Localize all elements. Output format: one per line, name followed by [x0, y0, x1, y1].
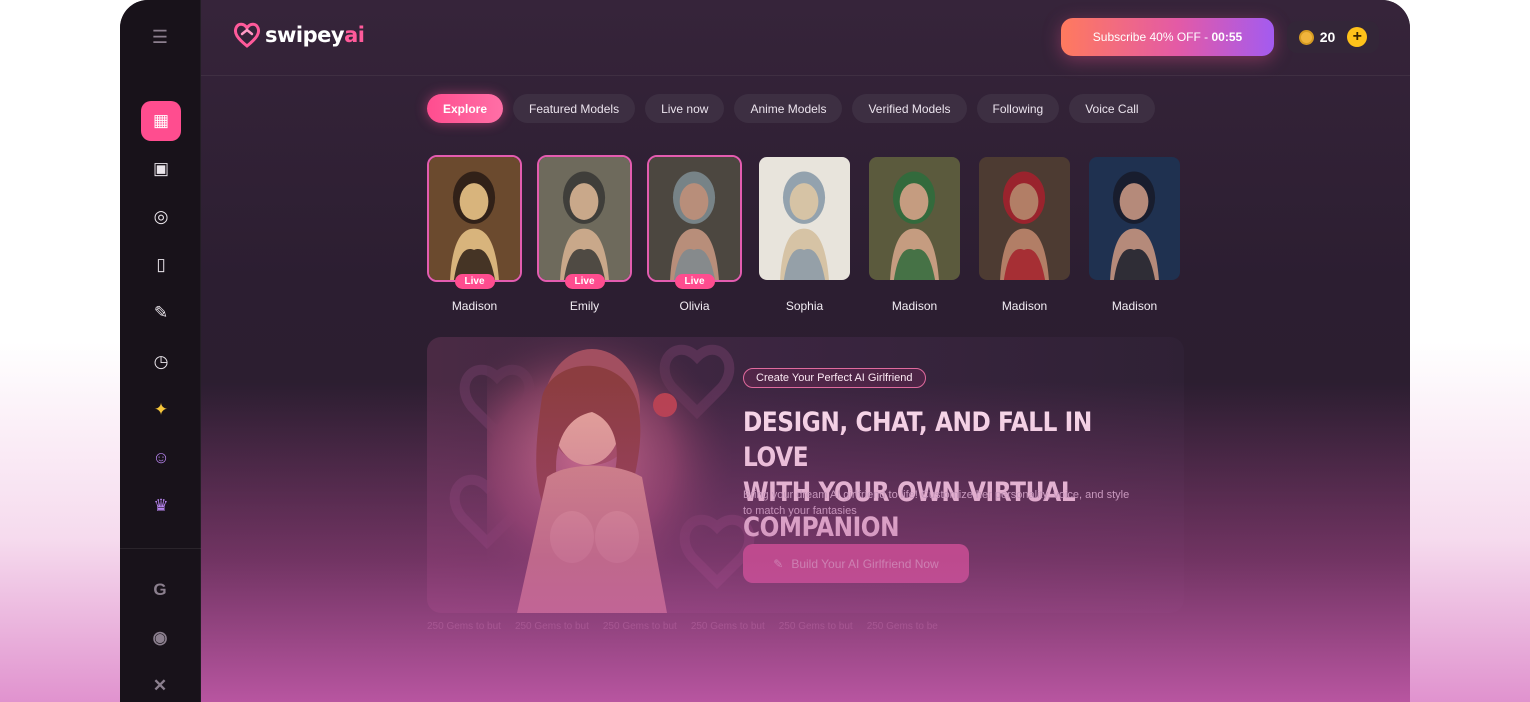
model-card[interactable]: Live Olivia [647, 155, 742, 313]
image-gallery-icon[interactable]: ▣ [141, 149, 181, 189]
grid-icon[interactable]: ▦ [141, 101, 181, 141]
hero-tag: Create Your Perfect AI Girlfriend [743, 368, 926, 388]
model-name: Madison [1111, 299, 1158, 313]
tab-verified-models[interactable]: Verified Models [852, 94, 967, 123]
model-photo[interactable] [427, 155, 522, 282]
group-icon[interactable]: ♛ [141, 486, 181, 526]
app-window: ☰ ▦ ▣ ◎ ▯ ✎ ◷ ✦ ☺ ♛ G ◉ ✕ swipeyai Subscribe 40% O… [120, 0, 1410, 702]
menu-toggle-icon[interactable]: ☰ [149, 26, 171, 48]
ticker-item: 250 Gems to but [427, 621, 501, 632]
model-photo[interactable] [1087, 155, 1182, 282]
filter-tabs: Explore Featured Models Live now Anime Mode… [427, 94, 1155, 123]
ticker-item: 250 Gems to be [866, 621, 938, 632]
model-photo[interactable] [867, 155, 962, 282]
sidebar: ☰ ▦ ▣ ◎ ▯ ✎ ◷ ✦ ☺ ♛ G ◉ ✕ [120, 0, 201, 702]
ticker-item: 250 Gems to but [778, 621, 853, 632]
magic-wand-icon: ✎ [773, 556, 784, 571]
subscribe-timer: 00:55 [1211, 30, 1243, 44]
ticker-item: 250 Gems to but [602, 621, 677, 632]
heart-logo-icon [233, 22, 261, 48]
model-photo[interactable] [537, 155, 632, 282]
gems-ticker: 250 Gems to but 250 Gems to but 250 Gems t… [427, 621, 1184, 632]
cards-icon[interactable]: ▯ [141, 245, 181, 285]
sparkles-icon[interactable]: ✦ [141, 390, 181, 430]
model-card[interactable]: Sophia [757, 155, 852, 313]
tab-anime-models[interactable]: Anime Models [734, 94, 843, 123]
live-badge: Live [674, 274, 715, 289]
google-icon[interactable]: G [148, 578, 172, 602]
main-content: swipeyai Subscribe 40% OFF - 00:55 20 + … [201, 0, 1410, 702]
ticker-item: 250 Gems to but [690, 621, 765, 632]
coin-balance[interactable]: 20 + [1287, 21, 1379, 53]
build-girlfriend-button[interactable]: ✎ Build Your AI Girlfriend Now [743, 544, 969, 583]
subscribe-button[interactable]: Subscribe 40% OFF - 00:55 [1061, 18, 1274, 56]
magic-wand-icon[interactable]: ✎ [141, 293, 181, 333]
history-icon[interactable]: ◷ [141, 342, 181, 382]
tab-live-now[interactable]: Live now [645, 94, 725, 123]
coin-icon [1298, 29, 1314, 45]
brand-name: swipeyai [265, 23, 365, 47]
subscribe-label: Subscribe 40% OFF - [1092, 30, 1212, 44]
chat-bubble-icon[interactable]: ◎ [141, 197, 181, 237]
top-bar: swipeyai Subscribe 40% OFF - 00:55 20 + [201, 0, 1410, 76]
coin-count: 20 [1319, 29, 1336, 45]
tab-featured-models[interactable]: Featured Models [513, 94, 636, 123]
users-icon[interactable]: ☺ [141, 438, 181, 478]
model-name: Madison [1001, 299, 1048, 313]
live-badge: Live [564, 274, 605, 289]
live-badge: Live [454, 274, 495, 289]
model-name: Olivia [679, 299, 710, 313]
discord-icon[interactable]: ◉ [148, 626, 172, 650]
model-name: Emily [569, 299, 600, 313]
model-photo[interactable] [647, 155, 742, 282]
model-card[interactable]: Madison [977, 155, 1072, 313]
model-card[interactable]: Live Madison [427, 155, 522, 313]
model-photo[interactable] [977, 155, 1072, 282]
models-row: Live Madison Live Emily Live Olivia Sophia Madi… [427, 155, 1182, 313]
tab-explore[interactable]: Explore [427, 94, 504, 123]
model-card[interactable]: Madison [867, 155, 962, 313]
build-girlfriend-label: Build Your AI Girlfriend Now [791, 556, 939, 571]
tab-voice-call[interactable]: Voice Call [1069, 94, 1155, 123]
model-name: Sophia [785, 299, 824, 313]
add-coins-button[interactable]: + [1347, 27, 1368, 47]
hero-description: Bring your dream AI girlfriend to life! … [743, 489, 1130, 517]
x-icon[interactable]: ✕ [148, 674, 172, 698]
model-photo[interactable] [757, 155, 852, 282]
model-name: Madison [891, 299, 938, 313]
model-name: Madison [451, 299, 498, 313]
ticker-item: 250 Gems to but [514, 621, 589, 632]
tab-following[interactable]: Following [976, 94, 1060, 123]
hero-title: DESIGN, CHAT, AND FALL IN LOVE WITH YOUR … [743, 407, 1092, 543]
model-card[interactable]: Live Emily [537, 155, 632, 313]
model-card[interactable]: Madison [1087, 155, 1182, 313]
hero-banner: Create Your Perfect AI Girlfriend DESIGN… [427, 337, 1184, 613]
brand-logo[interactable]: swipeyai [233, 22, 365, 48]
sidebar-divider [120, 548, 201, 549]
